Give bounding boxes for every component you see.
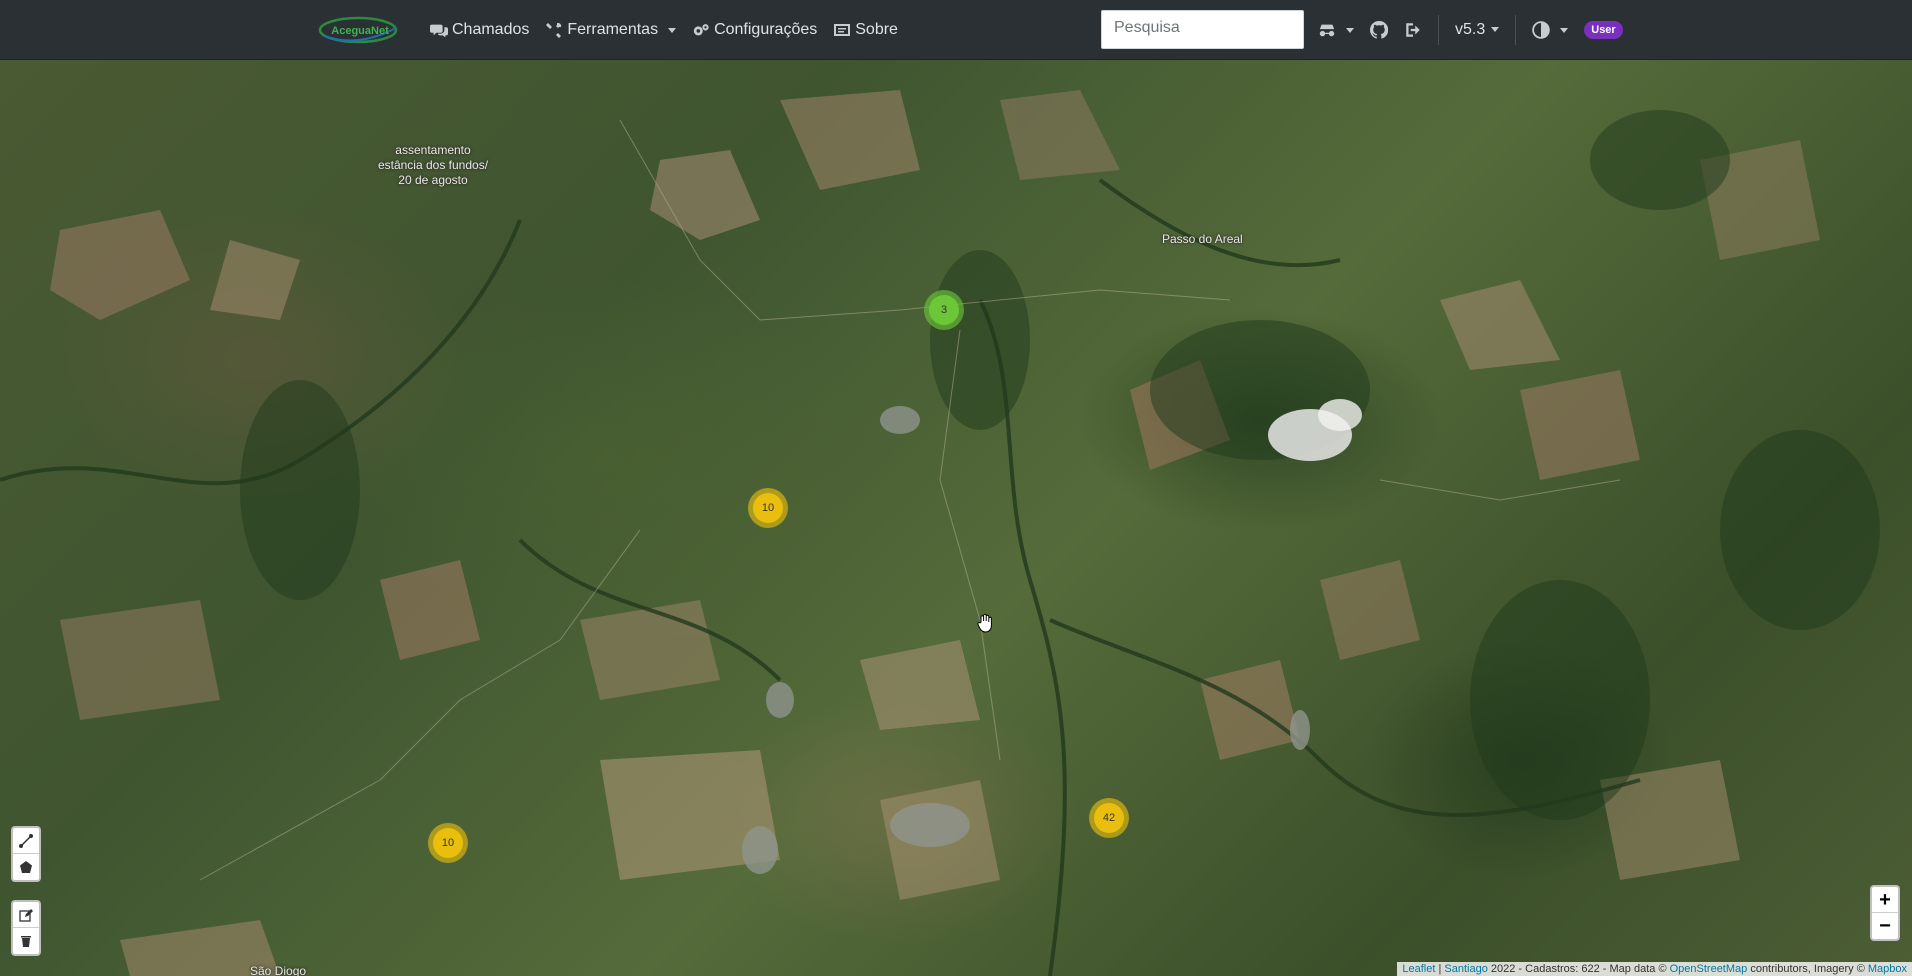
osm-link[interactable]: OpenStreetMap	[1670, 963, 1748, 975]
version-label: v5.3	[1455, 21, 1486, 38]
draw-toolbar	[11, 826, 41, 882]
nav-chamados-label: Chamados	[452, 21, 530, 38]
user-badge[interactable]: User	[1584, 21, 1623, 39]
brand-logo[interactable]: AceguaNet	[318, 14, 402, 46]
marker-cluster[interactable]: 42	[1089, 798, 1129, 838]
zoom-in-button[interactable]: +	[1872, 887, 1898, 913]
nav-divider	[1515, 15, 1517, 45]
cluster-count: 3	[929, 295, 959, 325]
tools-icon	[546, 22, 562, 38]
svg-text:AceguaNet: AceguaNet	[331, 25, 389, 37]
satellite-imagery	[0, 90, 1880, 976]
delete-layers-button[interactable]	[13, 928, 39, 954]
nav-sobre[interactable]: Sobre	[833, 21, 898, 39]
map-container[interactable]: assentamento estância dos fundos/ 20 de …	[0, 60, 1912, 976]
edit-icon	[19, 908, 33, 922]
github-icon[interactable]	[1370, 21, 1388, 39]
contrast-icon	[1532, 21, 1551, 39]
grab-cursor-icon	[977, 613, 992, 633]
cluster-count: 10	[433, 828, 463, 858]
nav-ferramentas[interactable]: Ferramentas	[545, 21, 676, 39]
draw-polygon-button[interactable]	[13, 854, 39, 880]
nav-divider	[1438, 15, 1439, 45]
version-menu[interactable]: v5.3	[1455, 21, 1499, 39]
edit-toolbar	[11, 900, 41, 956]
nav-sobre-label: Sobre	[855, 21, 898, 38]
cluster-count: 10	[753, 493, 783, 523]
nav-chamados[interactable]: Chamados	[430, 21, 529, 39]
nav-ferramentas-label: Ferramentas	[567, 21, 659, 38]
trash-icon	[21, 936, 31, 947]
edit-layers-button[interactable]	[13, 902, 39, 928]
draw-polyline-button[interactable]	[13, 828, 39, 854]
nav-right: v5.3 User	[1318, 0, 1623, 60]
cluster-count: 42	[1094, 803, 1124, 833]
mapbox-link[interactable]: Mapbox	[1868, 963, 1907, 975]
marker-cluster[interactable]: 10	[428, 823, 468, 863]
map-label-passo-do-areal: Passo do Areal	[1162, 232, 1243, 246]
polyline-icon	[19, 833, 33, 848]
attribution-text: 2022 - Cadastros: 622 - Map data ©	[1487, 963, 1670, 975]
map-attribution: Leaflet | Santiago 2022 - Cadastros: 622…	[1397, 962, 1912, 976]
logout-icon[interactable]	[1404, 21, 1422, 39]
id-card-icon	[834, 24, 851, 36]
navbar: AceguaNet Chamados Ferramentas Configura…	[0, 0, 1912, 60]
leaflet-link[interactable]: Leaflet	[1402, 963, 1435, 975]
author-link[interactable]: Santiago	[1444, 963, 1487, 975]
attribution-text-2: contributors, Imagery ©	[1747, 963, 1868, 975]
gears-icon	[693, 24, 709, 36]
main-nav: Chamados Ferramentas Configurações Sobre	[430, 0, 898, 60]
theme-toggle[interactable]	[1532, 21, 1568, 39]
zoom-out-button[interactable]: −	[1872, 913, 1898, 939]
nav-configuracoes[interactable]: Configurações	[692, 21, 817, 39]
polygon-icon	[20, 861, 32, 873]
map-label-assentamento: assentamento estância dos fundos/ 20 de …	[377, 143, 489, 187]
incognito-menu[interactable]	[1318, 21, 1354, 39]
comments-icon	[430, 24, 448, 38]
zoom-control: + −	[1870, 885, 1900, 941]
nav-configuracoes-label: Configurações	[714, 21, 818, 38]
map-label-sao-diogo: São Diogo	[250, 964, 307, 976]
search-input[interactable]: Pesquisa	[1101, 10, 1304, 49]
marker-cluster[interactable]: 3	[924, 290, 964, 330]
marker-cluster[interactable]: 10	[748, 488, 788, 528]
incognito-icon	[1319, 24, 1335, 37]
